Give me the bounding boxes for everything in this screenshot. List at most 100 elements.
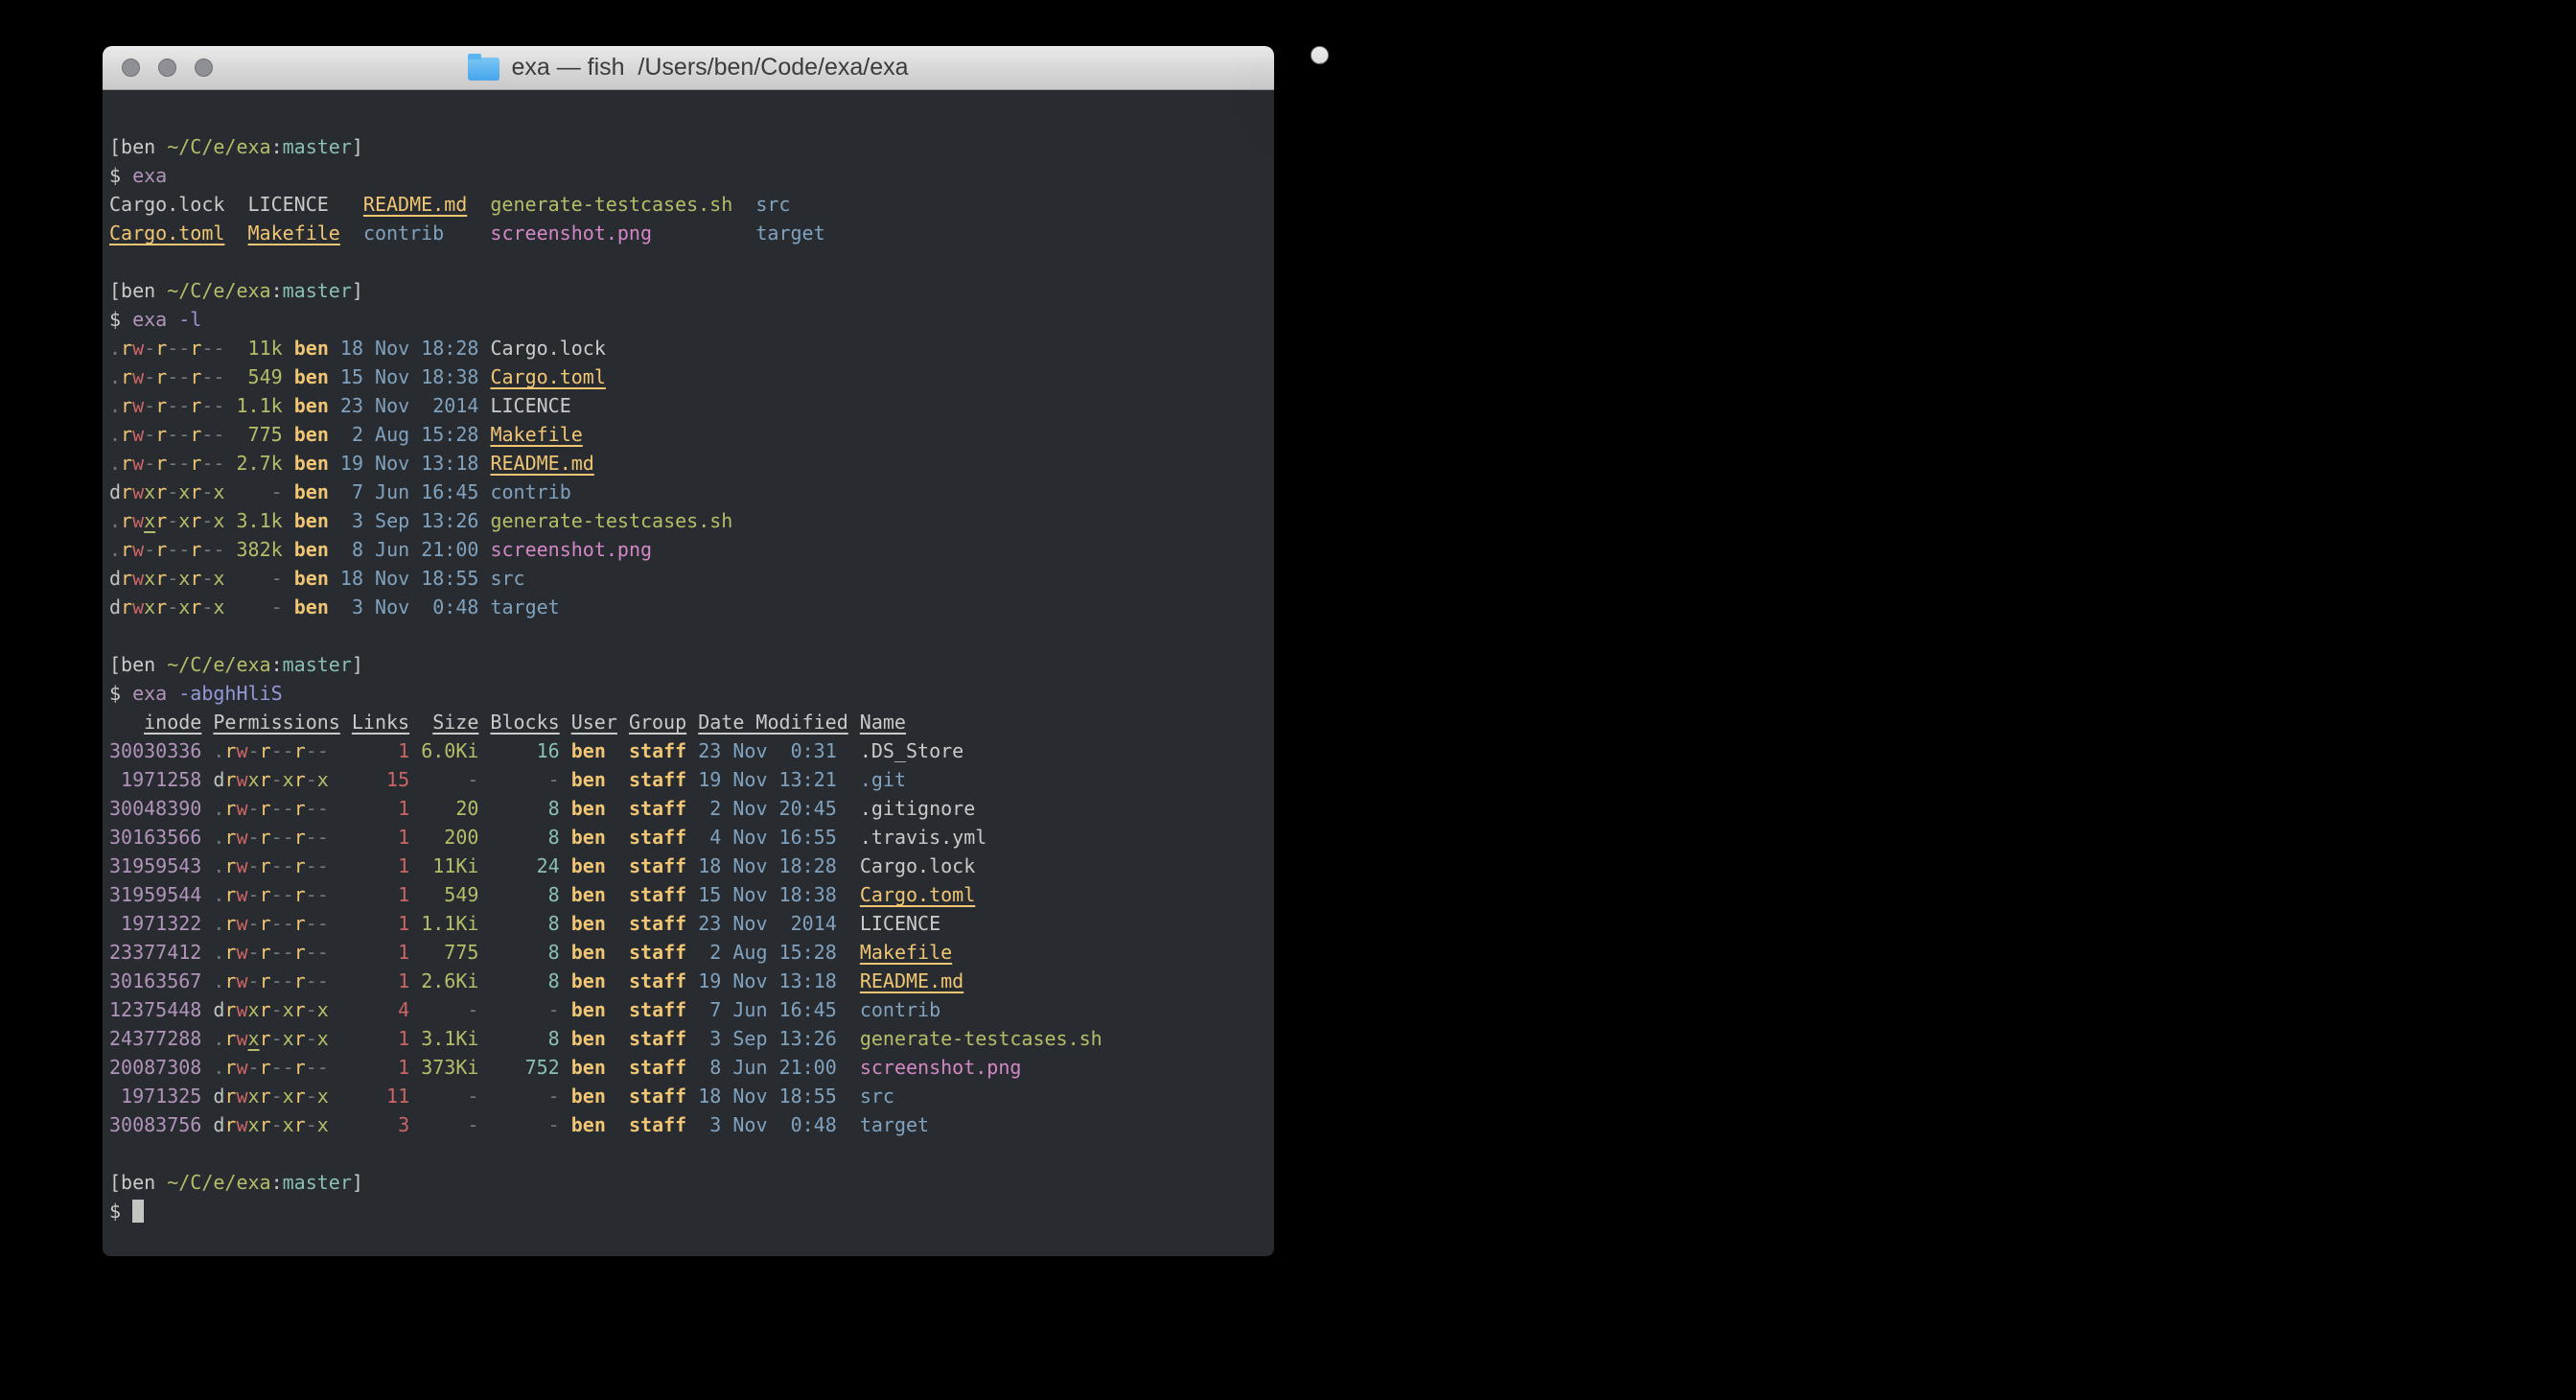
- text-segment: [478, 826, 490, 849]
- minimize-button[interactable]: [158, 58, 176, 77]
- permission-char: x: [213, 595, 224, 618]
- permission-char: w: [132, 480, 144, 503]
- text-segment: [224, 567, 236, 590]
- text-segment: src: [490, 567, 524, 590]
- text-segment: [478, 941, 490, 964]
- permission-char: -: [213, 394, 224, 417]
- text-segment: ben: [294, 423, 329, 446]
- terminal-output[interactable]: [ben ~/C/e/exa:master]$ exaCargo.lock LI…: [103, 90, 1274, 1225]
- text-segment: 1: [352, 1027, 409, 1050]
- permission-char: -: [248, 854, 260, 877]
- zoom-button[interactable]: [195, 58, 213, 77]
- text-segment: 3 Sep 13:26: [340, 509, 479, 532]
- text-segment: [283, 538, 294, 561]
- text-segment: [478, 711, 490, 734]
- permission-char: r: [155, 337, 167, 360]
- permission-char: -: [271, 854, 283, 877]
- text-segment: [409, 969, 421, 992]
- text-segment: 2 Aug 15:28: [340, 423, 479, 446]
- text-segment: ~/C/e/exa: [167, 279, 270, 302]
- text-segment: ~/C/e/exa: [167, 135, 270, 158]
- text-segment: [686, 711, 698, 734]
- permission-char: .: [213, 826, 224, 849]
- text-segment: 549: [421, 883, 478, 906]
- permission-char: r: [121, 337, 132, 360]
- text-segment: Cargo.toml: [860, 883, 975, 906]
- permission-char: -: [306, 854, 317, 877]
- text-segment: [478, 538, 490, 561]
- permission-char: -: [248, 969, 260, 992]
- permission-char: -: [317, 941, 329, 964]
- permission-char: -: [201, 394, 213, 417]
- permission-char: r: [260, 941, 271, 964]
- text-segment: 12375448: [109, 998, 201, 1021]
- permission-char: -: [317, 826, 329, 849]
- text-segment: 3 Sep 13:26: [698, 1027, 837, 1050]
- text-segment: [201, 969, 213, 992]
- text-segment: [224, 423, 236, 446]
- text-segment: [560, 768, 571, 791]
- text-segment: -: [237, 567, 283, 590]
- close-button[interactable]: [122, 58, 140, 77]
- permission-char: x: [248, 1027, 260, 1050]
- text-segment: 8: [490, 797, 559, 820]
- permission-char: -: [283, 912, 294, 935]
- permission-char: r: [190, 337, 201, 360]
- titlebar[interactable]: exa — fish /Users/ben/Code/exa/exa: [1311, 47, 1328, 64]
- text-segment: ben: [294, 480, 329, 503]
- permission-char: r: [260, 969, 271, 992]
- text-segment: [617, 711, 629, 734]
- text-segment: Makefile: [248, 222, 340, 245]
- text-segment: [606, 1027, 629, 1050]
- text-segment: staff: [629, 797, 686, 820]
- permission-char: w: [236, 1027, 247, 1050]
- terminal-line: [109, 247, 1274, 276]
- text-segment: 18 Nov 18:28: [340, 337, 479, 360]
- permission-char: x: [248, 1085, 260, 1108]
- text-segment: [409, 1085, 421, 1108]
- permission-char: -: [317, 739, 329, 762]
- permission-char: r: [121, 567, 132, 590]
- text-segment: [606, 1113, 629, 1136]
- permission-char: r: [224, 912, 236, 935]
- permission-char: -: [306, 969, 317, 992]
- text-segment: [686, 1056, 698, 1079]
- terminal-line: Cargo.toml Makefile contrib screenshot.p…: [109, 219, 1274, 247]
- text-segment: [ben: [109, 279, 167, 302]
- title-area: exa — fish /Users/ben/Code/exa/exa: [1311, 55, 1329, 64]
- permission-char: r: [224, 1085, 236, 1108]
- permission-char: -: [306, 1056, 317, 1079]
- text-segment: [732, 193, 755, 216]
- text-segment: [201, 941, 213, 964]
- permission-char: r: [190, 538, 201, 561]
- text-segment: 1: [352, 912, 409, 935]
- text-segment: 18 Nov 18:28: [698, 854, 837, 877]
- terminal-line: [ben ~/C/e/exa:master]: [109, 132, 1274, 161]
- permission-char: r: [294, 768, 306, 791]
- text-segment: ben: [571, 739, 606, 762]
- text-segment: [409, 768, 421, 791]
- terminal-line: [ben ~/C/e/exa:master]: [109, 650, 1274, 679]
- text-segment: [329, 826, 352, 849]
- text-segment: [409, 826, 421, 849]
- text-segment: [329, 337, 340, 360]
- permission-char: -: [167, 394, 178, 417]
- text-segment: Cargo.toml: [490, 365, 605, 388]
- text-segment: contrib: [490, 480, 570, 503]
- permission-char: w: [236, 739, 247, 762]
- permission-char: r: [190, 567, 201, 590]
- permission-char: x: [213, 567, 224, 590]
- text-segment: .travis.yml: [860, 826, 986, 849]
- permission-char: r: [294, 826, 306, 849]
- text-segment: 8: [490, 912, 559, 935]
- folder-icon[interactable]: [468, 58, 499, 81]
- text-segment: [837, 969, 860, 992]
- text-segment: [201, 739, 213, 762]
- text-segment: .git: [860, 768, 906, 791]
- text-segment: [652, 222, 755, 245]
- titlebar[interactable]: exa — fish /Users/ben/Code/exa/exa: [103, 46, 1274, 90]
- permission-char: r: [224, 739, 236, 762]
- text-segment: 1: [352, 797, 409, 820]
- permission-char: -: [271, 1085, 283, 1108]
- permission-char: r: [224, 941, 236, 964]
